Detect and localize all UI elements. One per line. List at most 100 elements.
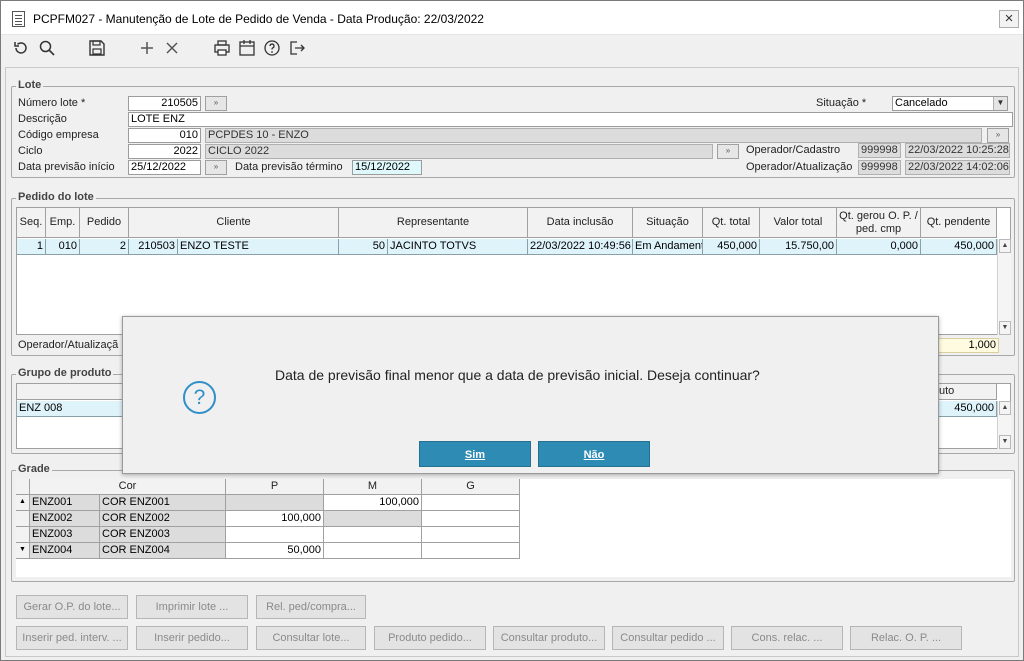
cell-rep-code[interactable]: 50: [339, 239, 388, 255]
cell-rep-name[interactable]: JACINTO TOTVS: [388, 239, 528, 255]
document-icon: [12, 11, 25, 27]
print-icon[interactable]: [213, 39, 233, 59]
ciclo-code-field[interactable]: 2022: [128, 144, 201, 159]
grade-cell-m[interactable]: [324, 511, 422, 527]
grade-cell-m[interactable]: [324, 527, 422, 543]
col-header-qt-total[interactable]: Qt. total: [703, 208, 760, 238]
cell-seq[interactable]: 1: [17, 239, 46, 255]
imprimir-lote-button[interactable]: Imprimir lote ...: [136, 595, 248, 619]
scroll-up-icon[interactable]: ▲: [16, 495, 30, 511]
cell-qt-gerou[interactable]: 0,000: [837, 239, 921, 255]
chevron-down-icon[interactable]: ▼: [993, 97, 1007, 110]
col-header-qt-pendente[interactable]: Qt. pendente: [921, 208, 997, 238]
search-icon[interactable]: [38, 39, 58, 59]
grupo-col-header-qty[interactable]: uto: [937, 384, 997, 400]
consultar-produto-button[interactable]: Consultar produto...: [493, 626, 605, 650]
scroll-down-icon[interactable]: ▼: [16, 543, 30, 559]
cell-cliente-name[interactable]: ENZO TESTE: [178, 239, 339, 255]
lookup-ciclo-button[interactable]: »: [717, 144, 739, 159]
grupo-scrollbar[interactable]: ▲ ▼: [997, 401, 1011, 449]
col-header-cliente[interactable]: Cliente: [129, 208, 339, 238]
grade-cell-g[interactable]: [422, 511, 520, 527]
relac-op-button[interactable]: Relac. O. P. ...: [850, 626, 962, 650]
grade-col-m[interactable]: M: [324, 479, 422, 495]
grade-cell-g[interactable]: [422, 495, 520, 511]
situacao-label: Situação *: [816, 97, 867, 109]
grade-cell-p[interactable]: 50,000: [226, 543, 324, 559]
lookup-empresa-button[interactable]: »: [987, 128, 1009, 143]
operador-atualizacao-label: Operador/Atualização: [746, 161, 853, 173]
grade-cell-code[interactable]: ENZ001: [30, 495, 100, 511]
exit-icon[interactable]: [288, 39, 308, 59]
empresa-name-field: PCPDES 10 - ENZO: [205, 128, 982, 143]
grade-cell-p[interactable]: [226, 527, 324, 543]
add-icon[interactable]: [138, 39, 158, 59]
col-header-emp[interactable]: Emp.: [46, 208, 80, 238]
previsao-inicio-field[interactable]: 25/12/2022: [128, 160, 201, 175]
scroll-up-icon[interactable]: ▲: [999, 239, 1011, 253]
grade-cell-g[interactable]: [422, 543, 520, 559]
cell-situacao[interactable]: Em Andament: [633, 239, 703, 255]
grade-cell-p[interactable]: [226, 495, 324, 511]
yes-button[interactable]: Sim: [419, 441, 531, 467]
grade-col-p[interactable]: P: [226, 479, 324, 495]
scroll-down-icon[interactable]: ▼: [999, 321, 1011, 335]
col-header-valor-total[interactable]: Valor total: [760, 208, 837, 238]
cell-data-inclusao[interactable]: 22/03/2022 10:49:56: [528, 239, 633, 255]
no-button[interactable]: Não: [538, 441, 650, 467]
grade-cell-name[interactable]: COR ENZ003: [100, 527, 226, 543]
grupo-row-value[interactable]: 450,000: [937, 401, 997, 417]
grade-cell-name[interactable]: COR ENZ004: [100, 543, 226, 559]
close-button[interactable]: ×: [999, 10, 1019, 28]
produto-pedido-button[interactable]: Produto pedido...: [374, 626, 486, 650]
col-header-seq[interactable]: Seq.: [17, 208, 46, 238]
calendar-inicio-button[interactable]: »: [205, 160, 227, 175]
grade-cell-m[interactable]: 100,000: [324, 495, 422, 511]
grade-cell-name[interactable]: COR ENZ001: [100, 495, 226, 511]
calendar-icon[interactable]: [238, 39, 258, 59]
grade-col-cor[interactable]: Cor: [30, 479, 226, 495]
grade-cell-code[interactable]: ENZ002: [30, 511, 100, 527]
empresa-code-field[interactable]: 010: [128, 128, 201, 143]
save-icon[interactable]: [88, 39, 108, 59]
cell-pedido[interactable]: 2: [80, 239, 129, 255]
pedido-scrollbar[interactable]: ▲ ▼: [997, 239, 1011, 335]
inserir-ped-interv-button[interactable]: Inserir ped. interv. ...: [16, 626, 128, 650]
lookup-lote-button[interactable]: »: [205, 96, 227, 111]
consultar-pedido-button[interactable]: Consultar pedido ...: [612, 626, 724, 650]
cell-emp[interactable]: 010: [46, 239, 80, 255]
col-header-data-inclusao[interactable]: Data inclusão: [528, 208, 633, 238]
cell-valor-total[interactable]: 15.750,00: [760, 239, 837, 255]
gerar-op-button[interactable]: Gerar O.P. do lote...: [16, 595, 128, 619]
col-header-pedido[interactable]: Pedido: [80, 208, 129, 238]
grade-col-g[interactable]: G: [422, 479, 520, 495]
cell-cliente-code[interactable]: 210503: [129, 239, 178, 255]
cell-qt-pendente[interactable]: 450,000: [921, 239, 997, 255]
grade-cell-g[interactable]: [422, 527, 520, 543]
scroll-down-icon[interactable]: ▼: [999, 435, 1011, 449]
cell-qt-total[interactable]: 450,000: [703, 239, 760, 255]
col-header-qt-gerou[interactable]: Qt. gerou O. P. / ped. cmp: [837, 208, 921, 238]
col-header-representante[interactable]: Representante: [339, 208, 528, 238]
undo-icon[interactable]: [12, 39, 32, 59]
previsao-termino-field[interactable]: 15/12/2022: [352, 160, 422, 175]
grade-cell-code[interactable]: ENZ004: [30, 543, 100, 559]
scroll-up-icon[interactable]: ▲: [999, 401, 1011, 415]
grade-cell-code[interactable]: ENZ003: [30, 527, 100, 543]
delete-icon[interactable]: [163, 39, 183, 59]
rel-ped-compra-button[interactable]: Rel. ped/compra...: [256, 595, 366, 619]
grade-cell-name[interactable]: COR ENZ002: [100, 511, 226, 527]
toolbar: [1, 36, 1023, 64]
situacao-select[interactable]: Cancelado ▼: [892, 96, 1008, 111]
grade-cell-m[interactable]: [324, 543, 422, 559]
descricao-field[interactable]: LOTE ENZ: [128, 112, 1013, 127]
consultar-lote-button[interactable]: Consultar lote...: [256, 626, 366, 650]
col-header-situacao[interactable]: Situação: [633, 208, 703, 238]
inserir-pedido-button[interactable]: Inserir pedido...: [136, 626, 248, 650]
situacao-value: Cancelado: [895, 97, 948, 109]
grade-cell-p[interactable]: 100,000: [226, 511, 324, 527]
numero-lote-field[interactable]: 210505: [128, 96, 201, 111]
help-icon[interactable]: [263, 39, 283, 59]
cons-relac-button[interactable]: Cons. relac. ...: [731, 626, 843, 650]
previsao-inicio-label: Data previsão início: [18, 161, 115, 173]
